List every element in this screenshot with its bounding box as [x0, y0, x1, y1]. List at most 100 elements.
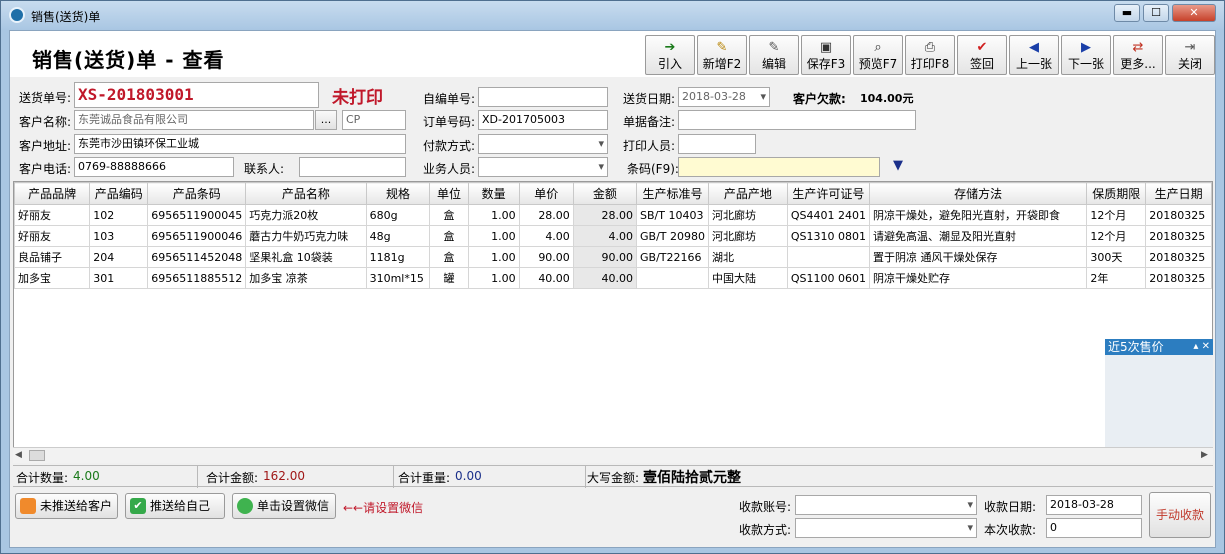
table-cell[interactable]: GB/T22166 [636, 246, 710, 268]
panel-controls-icon[interactable]: ▴ ✕ [1193, 339, 1210, 355]
next-button[interactable]: ▶ 下一张 [1061, 35, 1111, 75]
table-cell[interactable]: 盒 [429, 225, 469, 247]
table-cell[interactable]: 4.00 [572, 225, 638, 247]
table-cell[interactable]: 204 [89, 246, 149, 268]
barcode-dropdown-icon[interactable]: ▼ [893, 158, 903, 173]
table-cell[interactable]: 90.00 [572, 246, 638, 268]
order-no-field[interactable]: XD-201705003 [478, 110, 608, 130]
table-cell[interactable]: 加多宝 [14, 267, 91, 289]
column-header[interactable]: 单位 [429, 182, 469, 205]
print-button[interactable]: ⎙ 打印F8 [905, 35, 955, 75]
close-button[interactable]: ⇥ 关闭 [1165, 35, 1215, 75]
table-cell[interactable]: 好丽友 [14, 225, 91, 247]
table-cell[interactable]: 103 [89, 225, 149, 247]
table-cell[interactable]: 良品铺子 [14, 246, 91, 268]
table-row[interactable]: 好丽友 102 6956511900045 巧克力派20枚 680g 盒 1.00 28.00… [14, 204, 1212, 226]
table-cell[interactable]: 阴凉干燥处贮存 [868, 267, 1088, 289]
table-cell[interactable]: 40.00 [518, 267, 574, 289]
salesman-select[interactable] [478, 157, 608, 177]
column-header[interactable]: 产品编码 [89, 182, 149, 205]
remark-field[interactable] [678, 110, 916, 130]
maximize-button[interactable]: ☐ [1143, 4, 1169, 22]
new-button[interactable]: ✎ 新增F2 [697, 35, 747, 75]
table-cell[interactable]: 48g [365, 225, 431, 247]
phone-field[interactable]: 0769-88888666 [74, 157, 234, 177]
save-button[interactable]: ▣ 保存F3 [801, 35, 851, 75]
table-cell[interactable]: 6956511900045 [147, 204, 247, 226]
table-cell[interactable]: 河北廊坊 [708, 225, 788, 247]
table-cell[interactable]: 6956511452048 [147, 246, 247, 268]
this-receipt-field[interactable]: 0 [1046, 518, 1142, 538]
table-cell[interactable]: 河北廊坊 [708, 204, 788, 226]
table-cell[interactable]: 6956511885512 [147, 267, 247, 289]
table-cell[interactable]: GB/T 20980 [636, 225, 710, 247]
table-cell[interactable]: QS4401 2401 [786, 204, 871, 226]
table-cell[interactable]: QS1310 0801 [786, 225, 871, 247]
column-header[interactable]: 生产日期 [1145, 182, 1212, 205]
table-cell[interactable]: 置于阴凉 通风干燥处保存 [868, 246, 1088, 268]
table-cell[interactable]: 湖北 [708, 246, 788, 268]
table-cell[interactable]: 盒 [429, 246, 469, 268]
table-cell[interactable] [786, 246, 871, 268]
table-cell[interactable]: 坚果礼盒 10袋装 [245, 246, 367, 268]
table-cell[interactable]: 310ml*15 [365, 267, 431, 289]
table-cell[interactable]: SB/T 10403 [636, 204, 710, 226]
table-cell[interactable]: 28.00 [518, 204, 574, 226]
table-cell[interactable]: 20180325 [1145, 246, 1212, 268]
scroll-left-icon[interactable]: ◀ [15, 450, 22, 460]
table-cell[interactable]: 中国大陆 [708, 267, 788, 289]
delivery-date-field[interactable]: 2018-03-28 [678, 87, 770, 107]
column-header[interactable]: 产品条码 [147, 182, 247, 205]
column-header[interactable]: 数量 [467, 182, 520, 205]
customer-browse-button[interactable]: ... [315, 110, 337, 130]
scroll-right-icon[interactable]: ▶ [1201, 450, 1208, 460]
printer-field[interactable] [678, 134, 756, 154]
method-select[interactable] [795, 518, 977, 538]
table-cell[interactable] [636, 267, 710, 289]
table-cell[interactable]: 1.00 [467, 246, 520, 268]
column-header[interactable]: 存储方法 [868, 182, 1088, 205]
table-cell[interactable]: 40.00 [572, 267, 638, 289]
column-header[interactable]: 生产标准号 [636, 182, 710, 205]
table-cell[interactable]: QS1100 0601 [786, 267, 871, 289]
table-cell[interactable]: 20180325 [1145, 204, 1212, 226]
table-cell[interactable]: 1181g [365, 246, 431, 268]
table-cell[interactable]: 90.00 [518, 246, 574, 268]
contact-field[interactable] [299, 157, 406, 177]
table-cell[interactable]: 300天 [1086, 246, 1147, 268]
table-cell[interactable]: 加多宝 凉茶 [245, 267, 367, 289]
manual-receipt-button[interactable]: 手动收款 [1149, 492, 1211, 538]
address-field[interactable]: 东莞市沙田镇环保工业城 [74, 134, 406, 154]
table-row[interactable]: 加多宝 301 6956511885512 加多宝 凉茶 310ml*15 罐 1.00 40… [14, 267, 1212, 289]
table-cell[interactable]: 蘑古力牛奶巧克力味 [245, 225, 367, 247]
minimize-button[interactable]: ▬ [1114, 4, 1140, 22]
delivery-no-field[interactable]: XS-201803001 [74, 82, 319, 108]
table-cell[interactable]: 12个月 [1086, 204, 1147, 226]
previous-button[interactable]: ◀ 上一张 [1009, 35, 1059, 75]
table-cell[interactable]: 680g [365, 204, 431, 226]
table-cell[interactable]: 2年 [1086, 267, 1147, 289]
table-row[interactable]: 好丽友 103 6956511900046 蘑古力牛奶巧克力味 48g 盒 1.00 4.00… [14, 225, 1212, 247]
table-cell[interactable]: 1.00 [467, 225, 520, 247]
table-cell[interactable]: 盒 [429, 204, 469, 226]
table-cell[interactable]: 1.00 [467, 204, 520, 226]
column-header[interactable]: 保质期限 [1086, 182, 1147, 205]
push-self-button[interactable]: ✔ 推送给自己 [125, 493, 225, 519]
column-header[interactable]: 产品产地 [708, 182, 788, 205]
column-header[interactable]: 单价 [518, 182, 574, 205]
table-cell[interactable]: 请避免高温、潮显及阳光直射 [868, 225, 1088, 247]
wechat-setup-button[interactable]: 单击设置微信 [232, 493, 336, 519]
table-cell[interactable]: 301 [89, 267, 149, 289]
account-select[interactable] [795, 495, 977, 515]
table-cell[interactable]: 1.00 [467, 267, 520, 289]
edit-button[interactable]: ✎ 编辑 [749, 35, 799, 75]
more-button[interactable]: ⇄ 更多... [1113, 35, 1163, 75]
column-header[interactable]: 产品品牌 [14, 182, 91, 205]
table-cell[interactable]: 12个月 [1086, 225, 1147, 247]
column-header[interactable]: 规格 [365, 182, 431, 205]
barcode-field[interactable] [678, 157, 880, 177]
sign-back-button[interactable]: ✔ 签回 [957, 35, 1007, 75]
table-cell[interactable]: 4.00 [518, 225, 574, 247]
table-cell[interactable]: 6956511900046 [147, 225, 247, 247]
column-header[interactable]: 产品名称 [245, 182, 367, 205]
